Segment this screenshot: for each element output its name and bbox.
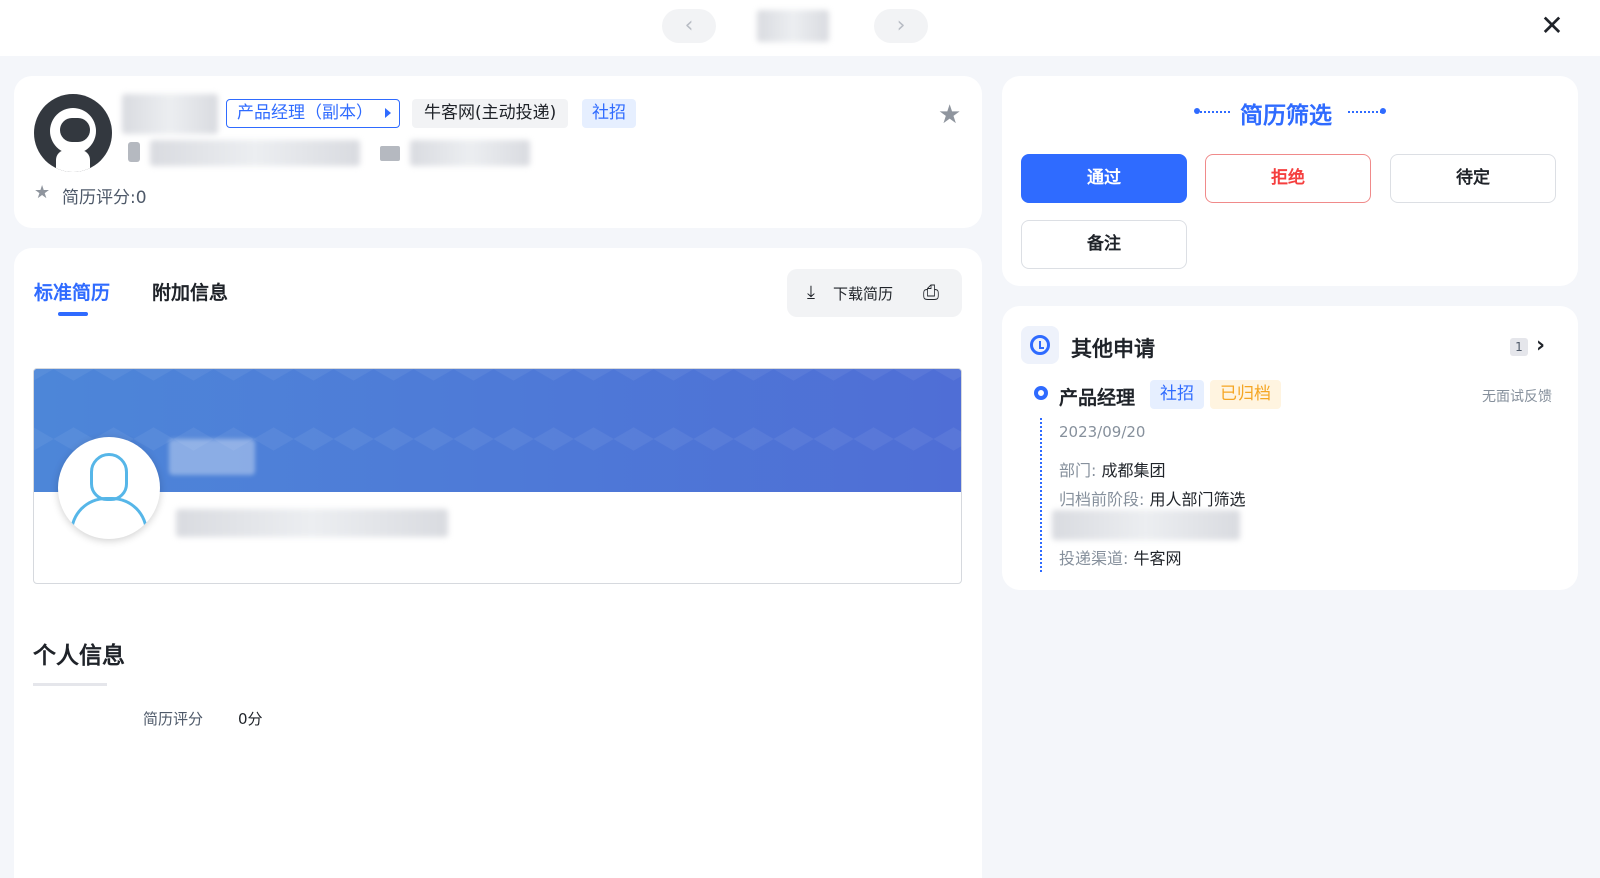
favorite-star-icon[interactable]: ★ bbox=[938, 100, 961, 130]
source-tag: 牛客网(主动投递) bbox=[412, 99, 569, 128]
application-type-tag: 社招 bbox=[1150, 380, 1204, 409]
application-detail-redacted bbox=[1052, 510, 1240, 540]
department-value: 成都集团 bbox=[1101, 461, 1166, 480]
candidate-profile-card: 产品经理（副本） 牛客网(主动投递) 社招 ★ ★ 简历评分:0 bbox=[14, 76, 982, 228]
tab-additional-info[interactable]: 附加信息 bbox=[152, 278, 228, 305]
application-status-tag: 已归档 bbox=[1210, 380, 1281, 409]
resume-screening-title: 简历筛选 bbox=[1240, 103, 1332, 129]
application-job-title[interactable]: 产品经理 bbox=[1059, 383, 1135, 410]
personal-info-title: 个人信息 bbox=[33, 643, 125, 669]
print-icon[interactable]: ⎙ bbox=[923, 280, 939, 304]
pass-button[interactable]: 通过 bbox=[1021, 154, 1187, 203]
active-tab-indicator bbox=[58, 312, 88, 316]
resume-header bbox=[33, 368, 962, 584]
tab-standard-resume[interactable]: 标准简历 bbox=[34, 278, 110, 305]
close-icon[interactable]: ✕ bbox=[1536, 10, 1568, 42]
chevron-left-icon: ‹ bbox=[684, 13, 694, 38]
job-position-label: 产品经理（副本） bbox=[237, 103, 373, 123]
channel-label: 投递渠道: bbox=[1059, 549, 1129, 568]
note-button[interactable]: 备注 bbox=[1021, 220, 1187, 269]
download-resume-button[interactable]: 下载简历 bbox=[833, 283, 893, 304]
reject-button[interactable]: 拒绝 bbox=[1205, 154, 1371, 203]
chevron-right-icon[interactable]: › bbox=[1536, 333, 1545, 358]
avatar-body bbox=[56, 150, 90, 172]
hire-type-tag: 社招 bbox=[582, 99, 636, 128]
resume-avatar bbox=[58, 437, 160, 539]
application-date: 2023/09/20 bbox=[1059, 423, 1146, 441]
avatar-head-outline bbox=[90, 453, 128, 501]
job-position-tag[interactable]: 产品经理（副本） bbox=[226, 99, 400, 128]
timeline-dot bbox=[1034, 386, 1048, 400]
archive-stage-label: 归档前阶段: bbox=[1059, 490, 1145, 509]
department-row: 部门: 成都集团 bbox=[1059, 457, 1166, 481]
resume-score-field-label: 简历评分 bbox=[143, 710, 204, 728]
pending-button[interactable]: 待定 bbox=[1390, 154, 1556, 203]
alarm-clock-glyph bbox=[1030, 335, 1050, 355]
title-decoration-line bbox=[1196, 111, 1230, 113]
title-decoration-dot bbox=[1380, 108, 1386, 114]
resume-name-redacted bbox=[169, 439, 255, 475]
mail-icon bbox=[380, 146, 400, 161]
resume-score-field-value: 0分 bbox=[238, 710, 263, 728]
applications-count-badge: 1 bbox=[1510, 338, 1528, 356]
email-redacted bbox=[410, 140, 530, 166]
score-star-icon: ★ bbox=[34, 182, 51, 203]
candidate-name-redacted bbox=[122, 94, 218, 134]
channel-row: 投递渠道: 牛客网 bbox=[1059, 545, 1182, 569]
alarm-clock-icon bbox=[1021, 326, 1059, 364]
channel-value: 牛客网 bbox=[1133, 549, 1182, 568]
archive-stage-value: 用人部门筛选 bbox=[1149, 490, 1246, 509]
next-candidate-button[interactable]: › bbox=[874, 9, 928, 43]
title-decoration-line bbox=[1348, 111, 1382, 113]
resume-score-label: 简历评分:0 bbox=[62, 188, 147, 208]
candidate-nav-title-redacted bbox=[757, 10, 829, 42]
caret-right-icon bbox=[385, 108, 391, 118]
previous-candidate-button[interactable]: ‹ bbox=[662, 9, 716, 43]
interview-feedback-status: 无面试反馈 bbox=[1482, 389, 1552, 405]
top-bar: ‹ › ✕ bbox=[0, 0, 1600, 56]
other-applications-title: 其他申请 bbox=[1071, 337, 1155, 361]
resume-toolbar: ⤓ 下载简历 ⎙ bbox=[787, 269, 962, 317]
archive-stage-row: 归档前阶段: 用人部门筛选 bbox=[1059, 486, 1246, 510]
chevron-right-icon: › bbox=[896, 13, 906, 38]
section-divider bbox=[33, 683, 107, 686]
avatar bbox=[34, 94, 112, 172]
phone-icon bbox=[128, 142, 140, 162]
resume-contact-redacted bbox=[176, 509, 448, 537]
timeline-line bbox=[1040, 418, 1042, 572]
avatar-visor bbox=[60, 118, 90, 142]
download-icon[interactable]: ⤓ bbox=[807, 282, 815, 303]
avatar-shoulders-outline bbox=[70, 497, 148, 539]
phone-number-redacted bbox=[150, 140, 360, 166]
department-label: 部门: bbox=[1059, 461, 1097, 480]
